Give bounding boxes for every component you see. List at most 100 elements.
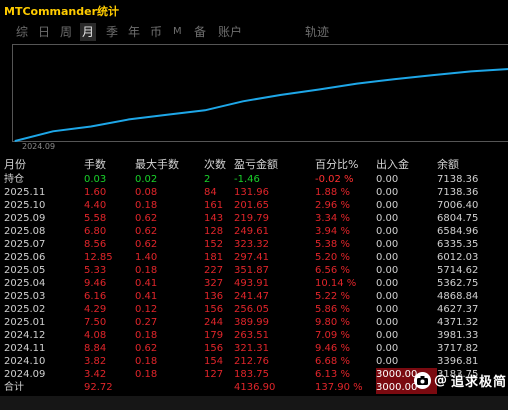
cell-month: 2025.04 [4,278,46,289]
cell-percent: 3.94 % [315,226,350,237]
total-cell-month: 合计 [4,382,24,393]
col-deposit[interactable]: 出入金 [376,157,437,173]
cell-lots: 5.58 [84,213,107,224]
cell-count: 181 [204,252,224,263]
tab-notes[interactable]: 备 [192,23,208,41]
cell-pnl: 263.51 [234,330,269,341]
cell-max-lots: 0.18 [135,330,158,341]
cell-pnl: 212.76 [234,356,269,367]
cell-max-lots: 0.62 [135,213,158,224]
col-month[interactable]: 月份 [4,157,84,173]
cell-deposit: 0.00 [376,278,399,289]
tab-overview[interactable]: 综 [14,23,30,41]
cell-pnl: 351.87 [234,265,269,276]
cell-deposit: 0.00 [376,356,399,367]
tab-daily[interactable]: 日 [36,23,52,41]
cell-balance: 4371.32 [437,317,479,328]
table-row[interactable]: 2024.12 4.08 0.18 179 263.51 7.09 % 0.00 3981.3… [4,329,508,342]
tab-yearly[interactable]: 年 [126,23,142,41]
table-row[interactable]: 2025.10 4.40 0.18 161 201.65 2.96 % 0.00 7006.4… [4,199,508,212]
cell-month: 2024.12 [4,330,46,341]
table-row[interactable]: 2025.03 6.16 0.41 136 241.47 5.22 % 0.00 4868.8… [4,290,508,303]
cell-lots: 3.82 [84,356,107,367]
cell-max-lots: 0.02 [135,174,158,185]
cell-pnl: 389.99 [234,317,269,328]
cell-count: 161 [204,200,224,211]
cell-deposit: 0.00 [376,239,399,250]
col-pnl[interactable]: 盈亏金额 [234,157,315,173]
cell-max-lots: 0.08 [135,187,158,198]
cell-pnl: 131.96 [234,187,269,198]
balance-point [14,140,16,142]
cell-max-lots: 0.62 [135,239,158,250]
cell-percent: 9.46 % [315,343,350,354]
table-row[interactable]: 2025.05 5.33 0.18 227 351.87 6.56 % 0.00 5714.6… [4,264,508,277]
cell-count: 154 [204,356,224,367]
cell-lots: 12.85 [84,252,113,263]
cell-pnl: 219.79 [234,213,269,224]
cell-month: 2025.06 [4,252,46,263]
balance-point [470,70,472,73]
tab-symbol[interactable]: 币 [148,23,164,41]
cell-max-lots: 0.12 [135,304,158,315]
col-max-lots[interactable]: 最大手数 [135,157,204,173]
cell-deposit: 0.00 [376,200,399,211]
col-count[interactable]: 次数 [204,157,234,173]
cell-balance: 3981.33 [437,330,479,341]
cell-percent: 2.96 % [315,200,350,211]
table-row[interactable]: 2025.09 5.58 0.62 143 219.79 3.34 % 0.00 6804.7… [4,212,508,225]
cell-month: 2025.10 [4,200,46,211]
cell-lots: 8.56 [84,239,107,250]
cell-max-lots: 1.40 [135,252,158,263]
cell-lots: 4.29 [84,304,107,315]
cell-percent: 5.86 % [315,304,350,315]
total-cell-pnl: 4136.90 [234,382,276,393]
table-row[interactable]: 2025.02 4.29 0.12 156 256.05 5.86 % 0.00 4627.3… [4,303,508,316]
cell-pnl: 297.41 [234,252,269,263]
window-title: MTCommander统计 [4,5,120,18]
balance-line [14,68,508,142]
col-lots[interactable]: 手数 [84,157,135,173]
cell-max-lots: 0.41 [135,291,158,302]
cell-pnl: 249.61 [234,226,269,237]
cell-deposit: 0.00 [376,265,399,276]
table-row[interactable]: 2024.11 8.84 0.62 156 321.31 9.46 % 0.00 3717.8… [4,342,508,355]
table-row[interactable]: 2025.08 6.80 0.62 128 249.61 3.94 % 0.00 6584.9… [4,225,508,238]
cell-percent: 6.56 % [315,265,350,276]
cell-month: 2025.05 [4,265,46,276]
table-row[interactable]: 2025.06 12.85 1.40 181 297.41 5.20 % 0.00 6012.… [4,251,508,264]
cell-deposit: 0.00 [376,330,399,341]
table-row[interactable]: 2024.10 3.82 0.18 154 212.76 6.68 % 0.00 3396.8… [4,355,508,368]
cell-lots: 6.16 [84,291,107,302]
cell-balance: 3396.81 [437,356,479,367]
tab-account[interactable]: 账户 [216,23,244,41]
cell-balance: 7138.36 [437,174,479,185]
cell-max-lots: 0.18 [135,369,158,380]
tab-monthly[interactable]: 月 [80,23,97,41]
cell-max-lots: 0.62 [135,343,158,354]
cell-max-lots: 0.18 [135,265,158,276]
cell-deposit: 0.00 [376,252,399,263]
cell-deposit: 0.00 [376,213,399,224]
table-row[interactable]: 2025.01 7.50 0.27 244 389.99 9.80 % 0.00 4371.3… [4,316,508,329]
cell-month: 2025.11 [4,187,46,198]
tab-m[interactable]: M [171,23,184,41]
cell-count: 143 [204,213,224,224]
col-balance[interactable]: 余额 [437,157,508,173]
table-row[interactable]: 2025.11 1.60 0.08 84 131.96 1.88 % 0.00 7138.36 [4,186,508,199]
cell-pnl: -1.46 [234,174,260,185]
tab-track[interactable]: 轨迹 [303,23,331,41]
tab-weekly[interactable]: 周 [58,23,74,41]
cell-month: 2025.09 [4,213,46,224]
tab-quarterly[interactable]: 季 [104,23,120,41]
cell-pnl: 201.65 [234,200,269,211]
cell-count: 179 [204,330,224,341]
table-header-row: 月份 手数 最大手数 次数 盈亏金额 百分比% 出入金 余额 [4,157,508,173]
cell-deposit: 0.00 [376,317,399,328]
cell-lots: 6.80 [84,226,107,237]
col-percent[interactable]: 百分比% [315,157,376,173]
cell-lots: 7.50 [84,317,107,328]
table-row[interactable]: 2025.07 8.56 0.62 152 323.32 5.38 % 0.00 6335.3… [4,238,508,251]
cell-month: 2025.02 [4,304,46,315]
table-row[interactable]: 2025.04 9.46 0.41 327 493.91 10.14 % 0.00 5362.… [4,277,508,290]
